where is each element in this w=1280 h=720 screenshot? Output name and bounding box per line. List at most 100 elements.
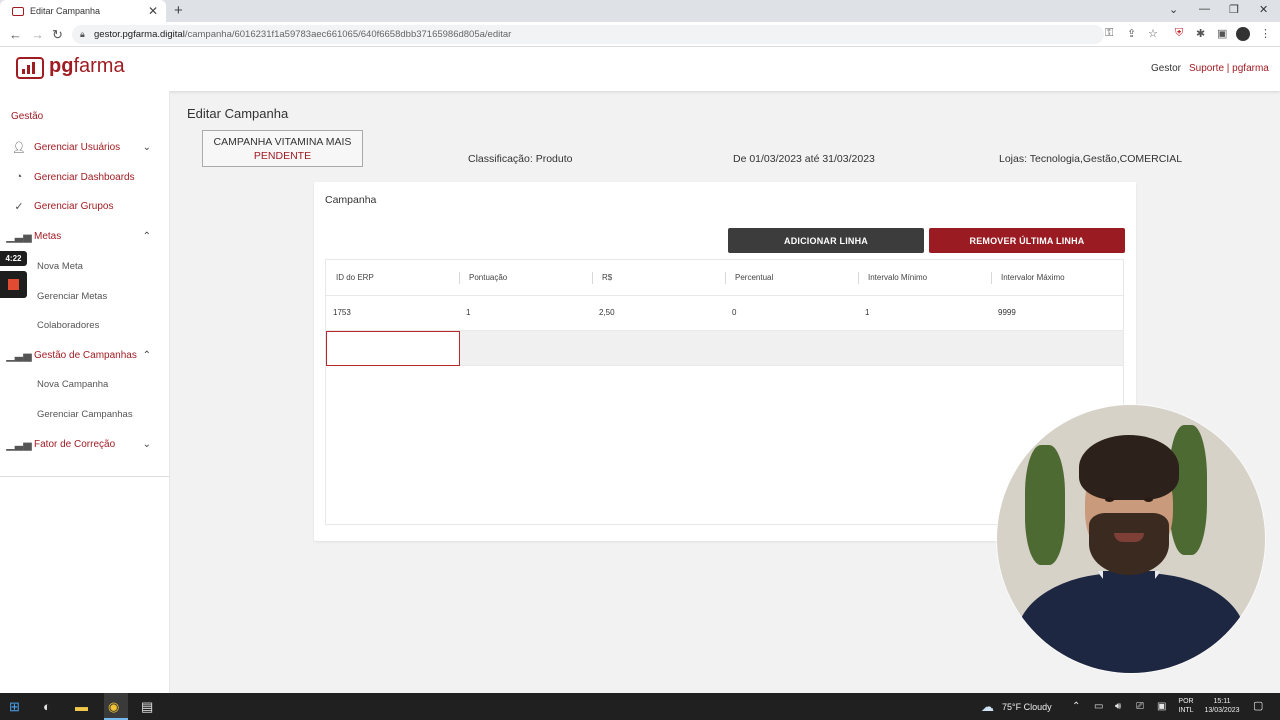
table-cell[interactable]: 2,50: [592, 296, 725, 330]
id-erp-edit-cell[interactable]: [326, 331, 460, 366]
language-indicator[interactable]: POR INTL: [1176, 697, 1196, 715]
webcam-overlay: [997, 405, 1265, 673]
gestor-link[interactable]: Gestor: [1151, 63, 1181, 74]
table-cell[interactable]: 9999: [991, 296, 1123, 330]
browser-toolbar: ← → ↻ 🔒︎ gestor.pgfarma.digital/campanha…: [0, 22, 1280, 47]
back-icon[interactable]: ←: [9, 27, 22, 42]
chevron-down-icon[interactable]: ⌄: [143, 142, 151, 153]
star-icon[interactable]: ☆: [1148, 27, 1158, 40]
close-tab-icon[interactable]: ✕: [148, 4, 158, 18]
weather-text[interactable]: 75°F Cloudy: [1002, 702, 1052, 712]
stop-icon: [8, 279, 19, 290]
puzzle-icon[interactable]: ✱: [1196, 27, 1205, 40]
remove-last-row-button[interactable]: REMOVER ÚLTIMA LINHA: [929, 228, 1125, 253]
new-tab-button[interactable]: +: [174, 2, 183, 19]
column-header-id-erp[interactable]: ID do ERP: [326, 260, 459, 296]
column-header-intervalo-minimo[interactable]: Intervalo Mínimo: [858, 260, 991, 296]
battery-icon[interactable]: ▭: [1094, 693, 1103, 720]
periodo-text: De 01/03/2023 até 31/03/2023: [733, 153, 875, 165]
key-icon[interactable]: ⚿: [1105, 27, 1113, 40]
network-icon[interactable]: ⎚: [1136, 693, 1144, 720]
chevron-up-icon[interactable]: ⌃: [143, 231, 151, 242]
sidebar-item-gestao-de-campanhas[interactable]: ▁▃▅ Gestão de Campanhas ⌃: [0, 344, 169, 366]
sidebar-item-label: Metas: [34, 230, 62, 242]
pgfarma-logo[interactable]: pgfarma: [49, 55, 125, 78]
display-icon[interactable]: ▣: [1157, 693, 1166, 720]
app-icon[interactable]: ◐: [43, 693, 51, 720]
column-header-rs[interactable]: R$: [592, 260, 725, 296]
person-mouth: [1114, 533, 1144, 542]
suporte-link[interactable]: Suporte | pgfarma: [1189, 63, 1269, 74]
campaign-grid: ID do ERP Pontuação R$ Percentual Interv…: [325, 259, 1124, 525]
recording-timer: 4:22: [0, 251, 27, 266]
menu-icon[interactable]: ⋮: [1260, 27, 1271, 40]
sidebar-item-fator-de-correcao[interactable]: ▁▃▅ Fator de Correção ⌄: [0, 433, 169, 455]
shield-icon[interactable]: ⛨: [1175, 27, 1183, 40]
sidebar-item-gerenciar-usuarios[interactable]: 👤︎ Gerenciar Usuários ⌄: [0, 136, 169, 158]
sidebar-subitem-gerenciar-campanhas[interactable]: Gerenciar Campanhas: [37, 409, 133, 420]
chrome-icon[interactable]: ◉: [108, 693, 119, 720]
url-domain: gestor.pgfarma.digital: [94, 29, 185, 40]
app-window-icon[interactable]: ▤: [141, 693, 153, 720]
column-header-pontuacao[interactable]: Pontuação: [459, 260, 592, 296]
sidepanel-icon[interactable]: ▣: [1217, 27, 1227, 40]
page-title: Editar Campanha: [187, 106, 289, 121]
column-header-percentual[interactable]: Percentual: [725, 260, 858, 296]
sidebar-subitem-colaboradores[interactable]: Colaboradores: [37, 320, 99, 331]
share-icon[interactable]: ⇪: [1127, 27, 1136, 40]
add-row-button[interactable]: ADICIONAR LINHA: [728, 228, 924, 253]
lock-icon[interactable]: 🔒︎: [80, 25, 85, 44]
sidebar-divider: [0, 476, 169, 477]
notification-icon[interactable]: ▢: [1253, 693, 1263, 720]
person-beard: [1089, 513, 1169, 575]
close-window-icon[interactable]: ✕: [1259, 3, 1268, 16]
windows-start-icon[interactable]: ⊞: [9, 693, 20, 720]
person-eye: [1105, 497, 1114, 502]
volume-icon[interactable]: 🔊︎: [1115, 693, 1121, 720]
forward-icon[interactable]: →: [31, 27, 44, 42]
stop-recording-button[interactable]: [0, 271, 27, 298]
sidebar-item-gerenciar-grupos[interactable]: ✓ Gerenciar Grupos: [0, 195, 169, 217]
sidebar-subitem-gerenciar-metas[interactable]: Gerenciar Metas: [37, 291, 107, 302]
tab-search-icon[interactable]: ⌄: [1169, 3, 1178, 16]
address-bar[interactable]: 🔒︎ gestor.pgfarma.digital/campanha/60162…: [72, 25, 1104, 44]
cloud-icon[interactable]: ☁: [981, 693, 994, 720]
campaign-name: CAMPANHA VITAMINA MAIS: [213, 136, 352, 148]
file-explorer-icon[interactable]: ▬: [75, 693, 88, 720]
minimize-icon[interactable]: —: [1199, 3, 1210, 15]
bar-chart-icon: ▁▃▅: [6, 230, 32, 243]
browser-tab[interactable]: Editar Campanha ✕: [0, 0, 166, 22]
plant-left: [1025, 445, 1065, 565]
lojas-text: Lojas: Tecnologia,Gestão,COMERCIAL: [999, 153, 1183, 165]
sidebar-item-metas[interactable]: ▁▃▅ Metas ⌃: [0, 225, 169, 247]
sidebar-item-gerenciar-dashboards[interactable]: ◔ Gerenciar Dashboards: [0, 166, 169, 188]
chevron-up-icon[interactable]: ⌃: [1072, 693, 1080, 720]
table-cell[interactable]: 1: [459, 296, 592, 330]
sidebar-item-label: Gerenciar Grupos: [34, 200, 114, 212]
table-cell[interactable]: 0: [725, 296, 858, 330]
restore-icon[interactable]: ❐: [1229, 3, 1239, 16]
column-header-intervalo-maximo[interactable]: Intervalor Máximo: [991, 260, 1123, 296]
reload-icon[interactable]: ↻: [52, 27, 63, 43]
profile-avatar[interactable]: [1236, 27, 1250, 41]
card-title: Campanha: [325, 194, 377, 206]
app-header: pgfarma Gestor Suporte | pgfarma: [0, 47, 1280, 91]
person-hair: [1079, 435, 1179, 500]
table-cell[interactable]: 1753: [326, 296, 459, 330]
pie-chart-icon: ◔: [15, 171, 23, 183]
add-user-icon: 👤︎: [12, 141, 26, 154]
chevron-down-icon[interactable]: ⌄: [143, 439, 151, 450]
sidebar-subitem-nova-meta[interactable]: Nova Meta: [37, 261, 83, 272]
table-row[interactable]: 1753 1 2,50 0 1 9999: [326, 296, 1123, 331]
pgfarma-favicon-icon: [12, 6, 24, 16]
sidebar-item-label: Gerenciar Dashboards: [34, 171, 135, 183]
bar-chart-icon: ▁▃▅: [6, 438, 32, 451]
chevron-up-icon[interactable]: ⌃: [143, 350, 151, 361]
person-eye: [1144, 497, 1153, 502]
campaign-name-box: CAMPANHA VITAMINA MAIS PENDENTE: [202, 130, 363, 167]
windows-taskbar: ⊞ ◐ ▬ ◉ ▤ ☁ 75°F Cloudy ⌃ ▭ 🔊︎ ⎚ ▣ POR I…: [0, 693, 1280, 720]
table-cell[interactable]: 1: [858, 296, 991, 330]
clock[interactable]: 15:11 13/03/2023: [1199, 697, 1245, 715]
table-row-new[interactable]: [326, 331, 1123, 366]
sidebar-subitem-nova-campanha[interactable]: Nova Campanha: [37, 379, 108, 390]
